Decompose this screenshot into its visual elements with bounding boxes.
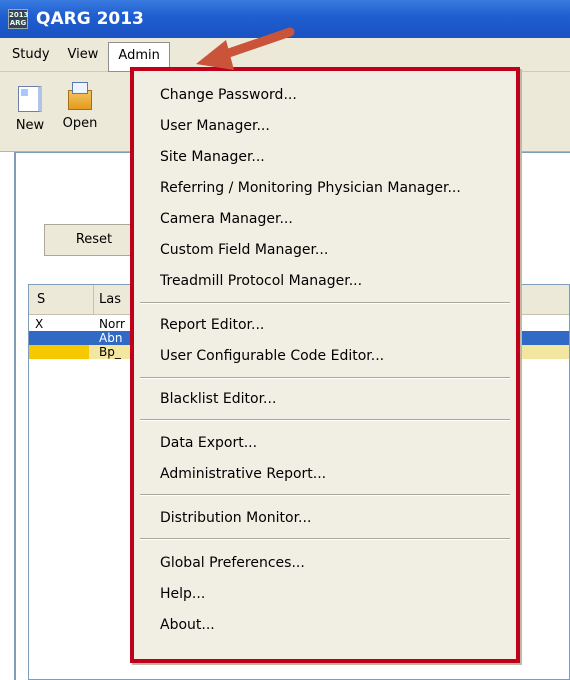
- new-button-label: New: [15, 118, 45, 133]
- menu-item-treadmill-protocol-manager[interactable]: Treadmill Protocol Manager...: [160, 273, 362, 289]
- new-document-icon: [18, 86, 42, 112]
- new-button[interactable]: New: [8, 82, 52, 133]
- open-button-label: Open: [62, 116, 98, 131]
- menu-item-change-password[interactable]: Change Password...: [160, 87, 297, 103]
- menu-item-code-editor[interactable]: User Configurable Code Editor...: [160, 348, 384, 364]
- row-name: Norr: [99, 317, 125, 331]
- menu-separator: [140, 419, 510, 421]
- menu-item-distribution-monitor[interactable]: Distribution Monitor...: [160, 510, 311, 526]
- row-status: [29, 345, 89, 359]
- menu-study[interactable]: Study: [4, 45, 58, 64]
- row-name: Bp_: [99, 345, 121, 359]
- menu-separator: [140, 377, 510, 379]
- menu-item-blacklist-editor[interactable]: Blacklist Editor...: [160, 391, 276, 407]
- menu-separator: [140, 494, 510, 496]
- menu-item-user-manager[interactable]: User Manager...: [160, 118, 270, 134]
- admin-menu-dropdown: Change Password... User Manager... Site …: [130, 67, 520, 663]
- open-folder-icon: [68, 82, 92, 110]
- menu-item-help[interactable]: Help...: [160, 586, 205, 602]
- menu-item-report-editor[interactable]: Report Editor...: [160, 317, 264, 333]
- app-icon-year: 2013: [9, 11, 29, 19]
- menu-separator: [140, 302, 510, 304]
- menu-item-global-preferences[interactable]: Global Preferences...: [160, 555, 305, 571]
- menu-item-data-export[interactable]: Data Export...: [160, 435, 257, 451]
- menu-item-about[interactable]: About...: [160, 617, 215, 633]
- grid-header-s[interactable]: S: [37, 292, 45, 307]
- grid-header-divider[interactable]: [93, 285, 94, 315]
- menu-separator: [140, 538, 510, 540]
- pointer-arrow-icon: [196, 27, 295, 70]
- menu-item-camera-manager[interactable]: Camera Manager...: [160, 211, 293, 227]
- menu-item-physician-manager[interactable]: Referring / Monitoring Physician Manager…: [160, 180, 461, 196]
- window-title: QARG 2013: [36, 9, 144, 29]
- menu-item-custom-field-manager[interactable]: Custom Field Manager...: [160, 242, 328, 258]
- app-icon-label: ARG: [9, 19, 27, 27]
- app-icon: 2013 ARG: [8, 9, 28, 29]
- menu-view[interactable]: View: [60, 45, 107, 64]
- menu-item-site-manager[interactable]: Site Manager...: [160, 149, 265, 165]
- grid-header-last[interactable]: Las: [99, 292, 121, 307]
- row-name: Abn: [99, 331, 123, 345]
- row-status: X: [35, 317, 44, 331]
- menu-item-administrative-report[interactable]: Administrative Report...: [160, 466, 326, 482]
- open-button[interactable]: Open: [58, 82, 102, 131]
- reset-button[interactable]: Reset: [44, 224, 144, 256]
